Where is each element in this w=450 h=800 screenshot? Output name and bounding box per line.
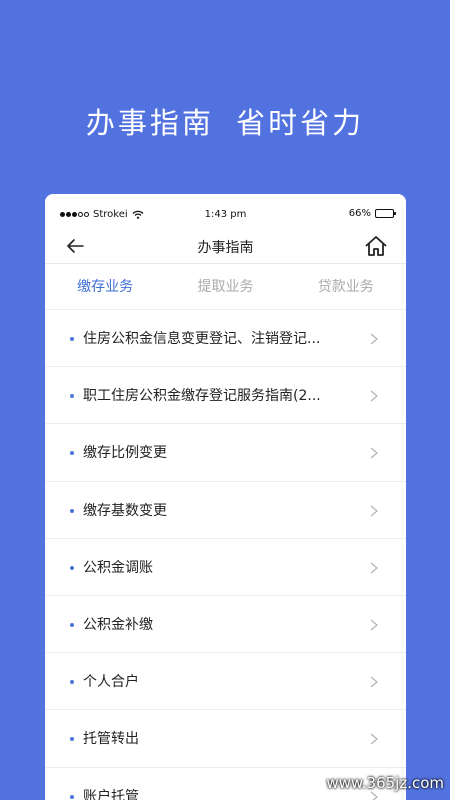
- bullet-dot: [70, 680, 74, 685]
- item-label: 账户托管: [83, 788, 139, 800]
- battery-percent: 66%: [348, 208, 371, 219]
- bullet-dot: [70, 622, 74, 627]
- list-item[interactable]: 公积金调账: [45, 539, 406, 596]
- list-item[interactable]: 个人合户: [45, 653, 406, 711]
- chevron-right-icon: [370, 676, 378, 688]
- chevron-right-icon: [370, 333, 378, 345]
- page-title: 办事指南: [197, 240, 254, 256]
- bullet-dot: [70, 394, 74, 399]
- list-item[interactable]: 住房公积金信息变更登记、注销登记...: [45, 310, 406, 368]
- tab-deposit[interactable]: 缴存业务: [45, 264, 165, 309]
- item-label: 托管转出: [83, 731, 139, 748]
- list-item[interactable]: 缴存比例变更: [45, 424, 406, 482]
- status-right: 66%: [348, 208, 396, 219]
- home-icon[interactable]: [364, 234, 388, 258]
- nav-bar: 办事指南: [45, 234, 406, 264]
- battery-icon: [375, 209, 396, 218]
- bullet-dot: [70, 508, 74, 513]
- list-item[interactable]: 职工住房公积金缴存登记服务指南(2...: [45, 367, 406, 425]
- bullet-dot: [70, 794, 74, 799]
- list-item[interactable]: 公积金补缴: [45, 596, 406, 654]
- item-label: 公积金补缴: [83, 617, 153, 634]
- guide-list: 住房公积金信息变更登记、注销登记... 职工住房公积金缴存登记服务指南(2...…: [45, 310, 406, 800]
- bullet-dot: [70, 451, 74, 456]
- chevron-right-icon: [370, 390, 378, 402]
- bullet-dot: [70, 565, 74, 570]
- item-label: 个人合户: [83, 674, 139, 691]
- chevron-right-icon: [370, 505, 378, 517]
- tab-withdraw[interactable]: 提取业务: [165, 264, 285, 309]
- list-item[interactable]: 缴存基数变更: [45, 482, 406, 539]
- list-item[interactable]: 托管转出: [45, 710, 406, 768]
- bullet-dot: [70, 337, 74, 341]
- status-bar: Strokei 1:43 pm 66%: [45, 194, 406, 234]
- tab-loan[interactable]: 贷款业务: [286, 264, 406, 309]
- bullet-dot: [70, 737, 74, 742]
- tab-bar: 缴存业务 提取业务 贷款业务: [45, 264, 406, 310]
- item-label: 公积金调账: [83, 559, 153, 576]
- chevron-right-icon: [370, 562, 378, 574]
- item-label: 住房公积金信息变更登记、注销登记...: [83, 331, 321, 348]
- item-label: 职工住房公积金缴存登记服务指南(2...: [83, 388, 321, 405]
- watermark: www.365jz.com: [326, 774, 444, 792]
- chevron-right-icon: [370, 447, 378, 459]
- phone-screen: Strokei 1:43 pm 66% 办事指南 缴存业务 提取业务 贷款业务: [45, 194, 406, 800]
- promo-title: 办事指南 省时省力: [85, 106, 365, 140]
- chevron-right-icon: [370, 733, 378, 745]
- item-label: 缴存基数变更: [83, 502, 167, 519]
- chevron-right-icon: [370, 619, 378, 631]
- item-label: 缴存比例变更: [83, 445, 167, 462]
